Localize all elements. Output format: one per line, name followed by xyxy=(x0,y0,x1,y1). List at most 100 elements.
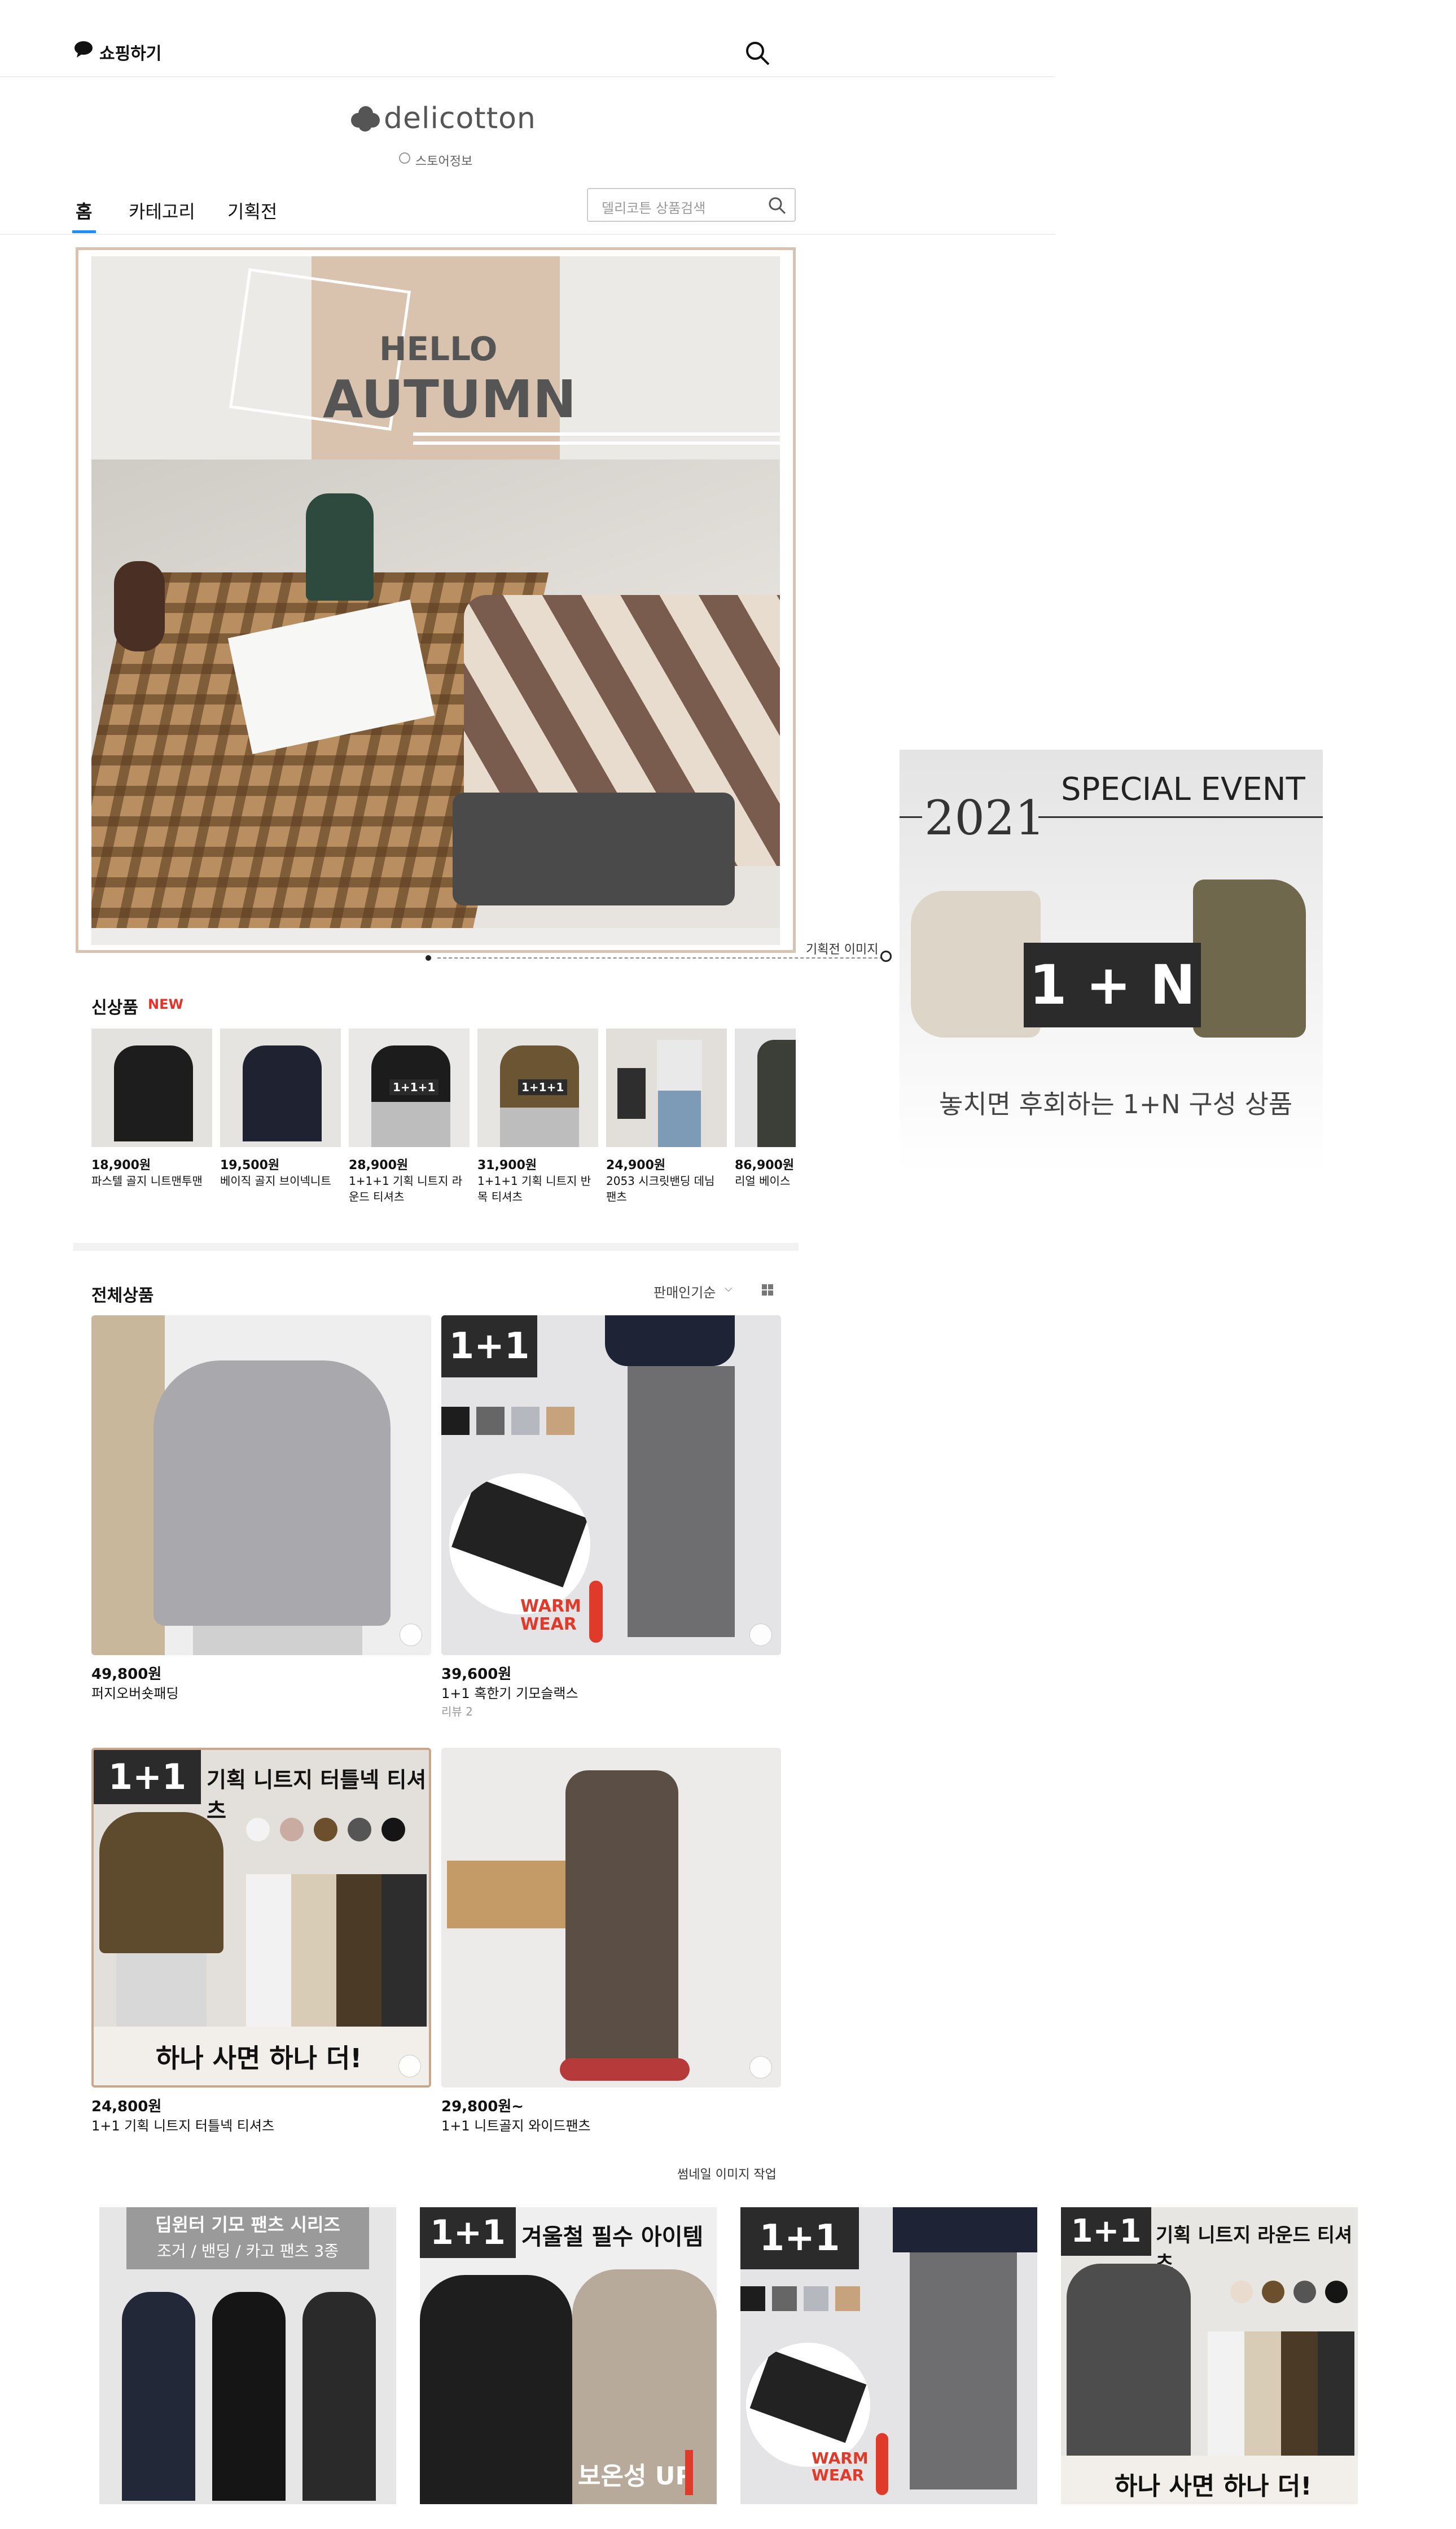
color-dot xyxy=(348,1818,371,1841)
event-badge: 1 + N xyxy=(1024,943,1201,1027)
event-rule xyxy=(1038,816,1323,818)
model-photo xyxy=(122,2292,195,2501)
red-sneakers xyxy=(560,2058,690,2081)
event-title: SPECIAL EVENT xyxy=(1061,771,1305,808)
tab-home[interactable]: 홈 xyxy=(76,198,92,224)
model-photo xyxy=(302,2292,376,2501)
color-dot xyxy=(314,1818,337,1841)
new-product-thumb[interactable]: 1+1+1 xyxy=(477,1029,598,1147)
banner-stripe xyxy=(413,432,780,436)
tab-category[interactable]: 카테고리 xyxy=(129,198,195,224)
review-count: 리뷰 2 xyxy=(441,1705,473,1718)
new-product-name[interactable]: 리얼 베이스 xyxy=(735,1173,796,1189)
product-overlay-caption: 기획 니트지 터틀넥 티셔츠 xyxy=(207,1767,427,1823)
up-arrow-icon xyxy=(685,2450,693,2495)
heart-icon[interactable] xyxy=(749,2056,772,2079)
sort-dropdown[interactable]: 판매인기순 xyxy=(654,1281,716,1301)
thumbnail-image[interactable]: 1+1 WARM WEAR xyxy=(740,2207,1037,2504)
black-padding xyxy=(420,2275,572,2504)
turtleneck xyxy=(99,1812,223,1953)
new-product-name[interactable]: 2053 시크릿밴딩 데님팬츠 xyxy=(606,1173,725,1205)
store-search-input[interactable]: 델리코튼 상품검색 xyxy=(587,188,796,222)
product-image[interactable] xyxy=(441,1748,781,2088)
thumbnail-image[interactable]: 1+1 겨울철 필수 아이템 보온성 UP xyxy=(420,2207,717,2504)
color-swatch xyxy=(546,1407,574,1435)
tab-active-indicator xyxy=(72,230,96,233)
new-product-name[interactable]: 베이직 골지 브이넥니트 xyxy=(220,1173,339,1189)
new-product-name[interactable]: 1+1+1 기획 니트지 라운드 티셔츠 xyxy=(349,1173,467,1205)
product-name[interactable]: 1+1 기획 니트지 터틀넥 티셔츠 xyxy=(91,2115,274,2134)
top-bar: 쇼핑하기 xyxy=(0,0,1055,77)
search-icon[interactable] xyxy=(744,40,771,67)
new-badge: NEW xyxy=(148,996,183,1012)
one-plus-one-badge: 1+1 xyxy=(441,1315,537,1377)
cotton-logo-icon xyxy=(351,106,380,132)
thumbnail-image[interactable]: 딥윈터 기모 팬츠 시리즈 조거 / 밴딩 / 카고 팬츠 3종 xyxy=(99,2207,396,2504)
thumb-bottom-text: 하나 사면 하나 더! xyxy=(1115,2472,1312,2501)
product-name[interactable]: 퍼지오버숏패딩 xyxy=(91,1682,179,1702)
new-product-thumb[interactable]: 1+1+1 xyxy=(349,1029,470,1147)
thumb-caption: 기획 니트지 라운드 티셔츠 xyxy=(1156,2224,1353,2274)
tab-promotion[interactable]: 기획전 xyxy=(227,198,277,224)
store-info-link[interactable]: 스토어정보 xyxy=(415,151,472,169)
search-icon[interactable] xyxy=(768,196,787,215)
warm-text: WARM xyxy=(812,2449,869,2467)
info-icon xyxy=(399,152,410,164)
section-divider xyxy=(73,1243,799,1251)
product-image[interactable]: 1+1 기획 니트지 터틀넥 티셔츠 하나 사면 하나 더! xyxy=(91,1748,431,2088)
product-name[interactable]: 1+1 혹한기 기모슬랙스 xyxy=(441,1682,578,1702)
annotation-label: 기획전 이미지 xyxy=(806,943,879,957)
sweater xyxy=(893,2207,1037,2252)
product-price: 29,800원~ xyxy=(441,2098,524,2115)
store-logo[interactable]: delicotton xyxy=(384,102,536,135)
slacks xyxy=(910,2252,1017,2489)
product-photo xyxy=(657,1040,702,1091)
folded-sweater xyxy=(453,793,735,905)
warm-text: WARM xyxy=(520,1596,581,1616)
wear-text: WEAR xyxy=(812,2466,865,2484)
color-swatch xyxy=(804,2286,828,2311)
product-image[interactable]: 1+1 WARM WEAR xyxy=(441,1315,781,1655)
product-name[interactable]: 1+1 니트골지 와이드팬츠 xyxy=(441,2115,591,2134)
grid-view-icon[interactable] xyxy=(761,1283,774,1297)
product-photo xyxy=(500,1108,579,1147)
thumb-subtitle: 조거 / 밴딩 / 카고 팬츠 3종 xyxy=(157,2242,339,2260)
heart-icon[interactable] xyxy=(400,1624,422,1646)
new-product-name[interactable]: 1+1+1 기획 니트지 반목 티셔츠 xyxy=(477,1173,596,1205)
new-product-thumb[interactable] xyxy=(606,1029,727,1147)
product-image[interactable] xyxy=(91,1315,431,1655)
promo-banner[interactable]: HELLO AUTUMN xyxy=(91,256,780,945)
product-photo xyxy=(658,1091,701,1147)
product-photo xyxy=(500,1045,579,1108)
new-product-thumb[interactable] xyxy=(91,1029,212,1147)
chevron-down-icon[interactable]: ⌵ xyxy=(725,1283,733,1294)
product-price: 39,600원 xyxy=(441,1666,512,1683)
color-swatch xyxy=(772,2286,797,2311)
new-product-thumb[interactable] xyxy=(735,1029,796,1147)
product-tag: 1+1+1 xyxy=(389,1079,439,1095)
banner-bottom-strip xyxy=(91,928,780,945)
thumbnail-image[interactable]: 1+1 기획 니트지 라운드 티셔츠 하나 사면 하나 더! xyxy=(1061,2207,1358,2504)
search-placeholder: 델리코튼 상품검색 xyxy=(602,200,706,216)
heart-icon[interactable] xyxy=(749,1624,772,1646)
product-tag: 1+1+1 xyxy=(518,1079,568,1095)
product-price: 49,800원 xyxy=(91,1666,162,1683)
model-photo xyxy=(212,2292,286,2501)
warm-wear-label: WARM WEAR xyxy=(812,2450,869,2484)
fleece-lining xyxy=(749,2349,867,2443)
new-product-name[interactable]: 파스텔 골지 니트맨투맨 xyxy=(91,1173,210,1189)
thermometer-icon xyxy=(589,1581,603,1643)
speaker-photo xyxy=(617,1068,646,1119)
shopping-link[interactable]: 쇼핑하기 xyxy=(99,40,161,64)
new-product-price: 28,900원 xyxy=(349,1158,409,1172)
product-photo xyxy=(371,1102,450,1147)
banner-autumn: AUTUMN xyxy=(323,369,577,430)
thumb-title: 딥윈터 기모 팬츠 시리즈 xyxy=(155,2214,340,2235)
special-event-image[interactable]: 2021 SPECIAL EVENT 1 + N 놓치면 후회하는 1+N 구성… xyxy=(900,750,1323,1173)
heart-icon[interactable] xyxy=(398,2055,421,2077)
color-dot xyxy=(1262,2281,1284,2303)
banner-stripe xyxy=(413,441,780,445)
new-product-thumb[interactable] xyxy=(220,1029,341,1147)
new-products-title: 신상품 xyxy=(91,998,138,1018)
annotation-handle[interactable] xyxy=(880,951,892,962)
